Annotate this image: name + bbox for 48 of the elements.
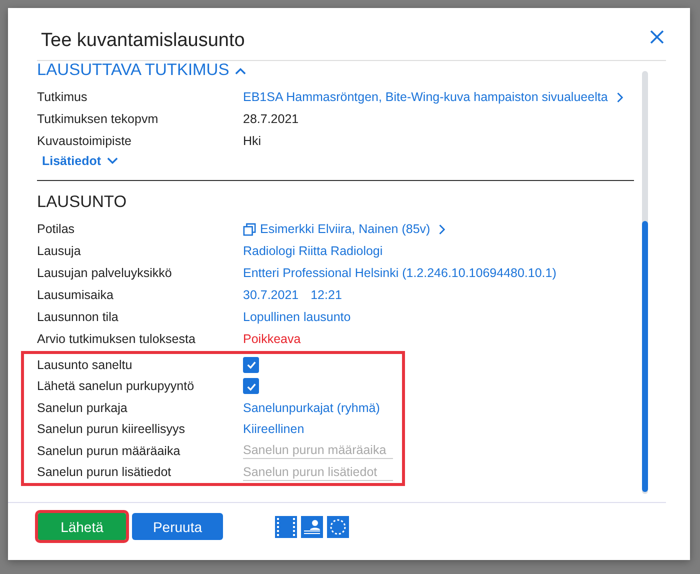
field-label: Tutkimuksen tekopvm	[37, 112, 160, 126]
value-link[interactable]: Sanelunpurkajat (ryhmä)	[243, 400, 380, 415]
field-label: Sanelun purun lisätiedot	[37, 465, 172, 480]
section-heading: LAUSUNTO	[37, 193, 128, 212]
value-link[interactable]: Entteri Professional Helsinki (1.2.246.10.10694480.10.1)	[243, 266, 556, 280]
input-field[interactable]: Sanelun purun määräaika	[243, 442, 393, 460]
copy-icon[interactable]	[243, 222, 256, 236]
result-value: Poikkeava	[243, 332, 301, 346]
field-label: Lähetä sanelun purkupyyntö	[37, 379, 196, 394]
more-info-link[interactable]: Lisätiedot	[42, 154, 102, 168]
film-strip-icon[interactable]	[275, 516, 297, 538]
chevron-down-icon[interactable]	[107, 157, 118, 165]
value-link[interactable]: Radiologi Riitta Radiologi	[243, 244, 383, 258]
chevron-right-icon[interactable]	[438, 224, 446, 234]
value-link[interactable]: Esimerkki Elviira, Nainen (85v)	[260, 222, 430, 236]
field-label: Tutkimus	[37, 90, 88, 104]
value-link[interactable]: Kiireellinen	[243, 422, 304, 436]
field-label: Arvio tutkimuksen tuloksesta	[37, 332, 196, 346]
date-link[interactable]: 30.7.2021	[243, 288, 299, 302]
scrollbar[interactable]	[642, 71, 648, 494]
field-label: Sanelun purun määräaika	[37, 444, 182, 458]
input-field[interactable]: Sanelun purun lisätiedot	[243, 464, 393, 481]
field-label: Sanelun purkaja	[37, 400, 128, 415]
chevron-up-icon[interactable]	[235, 66, 246, 74]
field-label: Lausunnon tila	[37, 310, 120, 324]
field-label: Lausunto saneltu	[37, 358, 134, 372]
cancel-button[interactable]: Peruuta	[132, 513, 223, 540]
value-text: 28.7.2021	[243, 112, 299, 126]
checkbox[interactable]	[243, 356, 259, 373]
field-label: Sanelun purun kiireellisyys	[37, 422, 186, 436]
dotted-circle-icon[interactable]	[327, 516, 349, 538]
dialog-title: Tee kuvantamislausunto	[41, 30, 245, 52]
section-heading: LAUSUTTAVA TUTKIMUS	[37, 61, 230, 80]
chevron-right-icon[interactable]	[616, 92, 623, 102]
checkmark-icon	[246, 359, 256, 370]
field-label: Kuvaustoimipiste	[37, 134, 132, 148]
value-link[interactable]: Lopullinen lausunto	[243, 310, 351, 324]
field-label: Potilas	[37, 222, 76, 236]
checkbox[interactable]	[243, 378, 259, 394]
time-link[interactable]: 12:21	[310, 288, 342, 302]
value-text: Hki	[243, 134, 262, 148]
person-card-icon[interactable]	[301, 516, 323, 538]
field-label: Lausujan palveluyksikkö	[37, 266, 173, 280]
field-label: Lausumisaika	[37, 288, 114, 302]
field-label: Lausuja	[37, 244, 82, 258]
send-button[interactable]: Lähetä	[38, 513, 126, 540]
value-link[interactable]: EB1SA Hammasröntgen, Bite-Wing-kuva hampaiston sivualueelta	[243, 90, 608, 104]
close-button[interactable]	[648, 28, 666, 46]
